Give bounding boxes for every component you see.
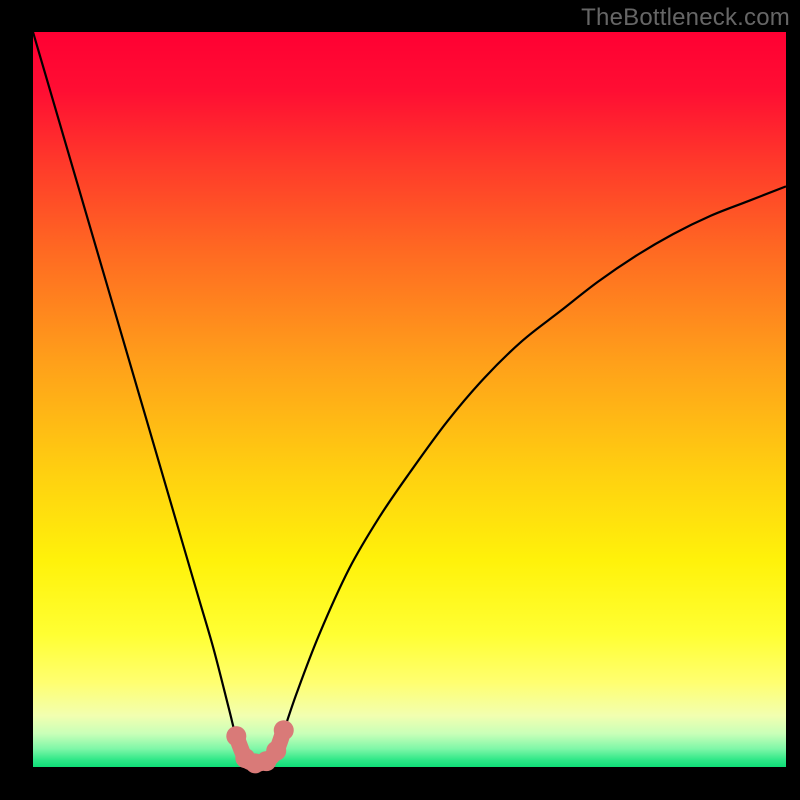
chart-frame: TheBottleneck.com xyxy=(0,0,800,800)
plot-area xyxy=(33,32,786,767)
bottleneck-chart xyxy=(0,0,800,800)
watermark: TheBottleneck.com xyxy=(581,4,790,32)
marker-dot xyxy=(226,726,246,746)
marker-dot xyxy=(266,741,286,761)
marker-dot xyxy=(274,720,294,740)
